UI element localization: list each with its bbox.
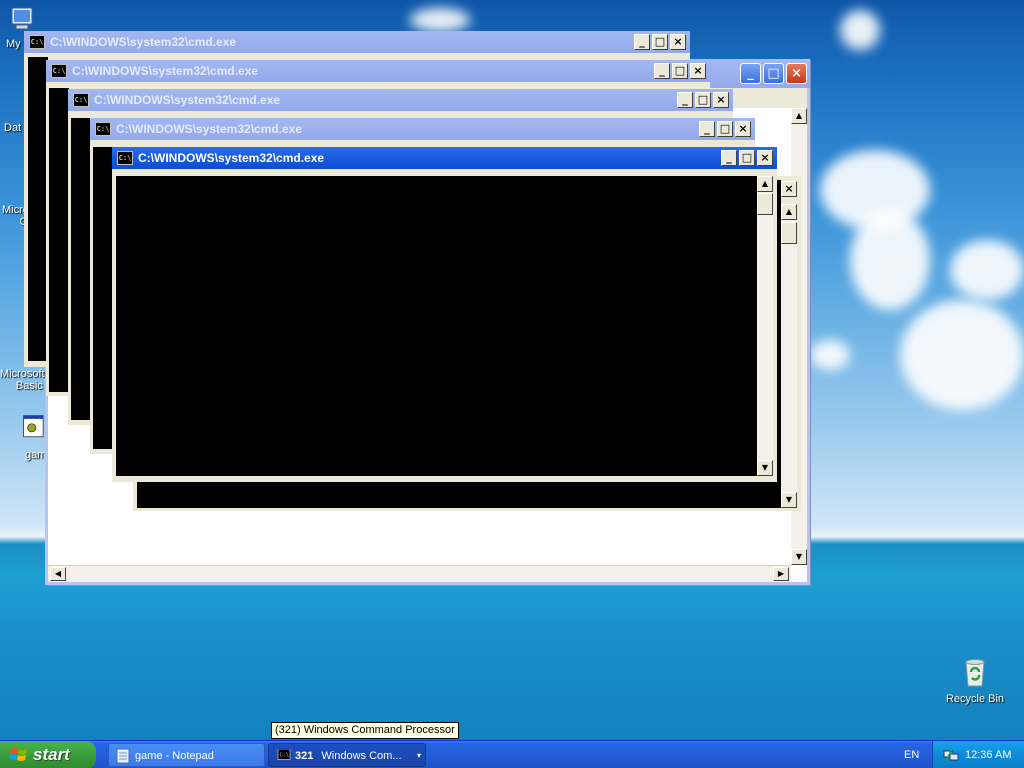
start-button[interactable]: start	[0, 741, 96, 768]
close-button[interactable]: ×	[735, 121, 751, 137]
taskbar-group-count: 321	[295, 750, 314, 762]
system-tray: 12:36 AM	[932, 741, 1024, 768]
taskbar-button-notepad[interactable]: game - Notepad	[108, 743, 265, 767]
minimize-button[interactable]: _	[699, 121, 715, 137]
scroll-up-button[interactable]: ▲	[781, 204, 797, 220]
maximize-button[interactable]: □	[717, 121, 733, 137]
cmd-console[interactable]	[28, 57, 48, 361]
windows-logo-icon	[10, 748, 27, 761]
recycle-bin-icon	[965, 659, 985, 687]
cmd-icon: C:\	[95, 122, 111, 136]
desktop-icon-label: My	[6, 38, 21, 50]
taskbar-button-cmd-group[interactable]: C:\ 321 Windows Com... ▾	[268, 743, 426, 767]
cmd-console[interactable]	[93, 147, 113, 449]
minimize-button[interactable]: _	[721, 150, 737, 166]
desktop-icon-label: gam	[25, 449, 47, 461]
cloud-decor	[810, 340, 850, 370]
cmd-titlebar[interactable]: C:\ C:\WINDOWS\system32\cmd.exe _ □ ×	[68, 89, 733, 111]
notepad-maximize-button[interactable]: □	[763, 63, 784, 84]
scroll-up-button[interactable]: ▲	[757, 176, 773, 192]
cmd-icon: C:\	[117, 151, 133, 165]
maximize-button[interactable]: □	[672, 63, 688, 79]
notepad-horizontal-scrollbar[interactable]: ◀ ▶	[48, 565, 791, 582]
cmd-vertical-scrollbar[interactable]: ▲ ▼	[781, 204, 797, 508]
cmd-icon: C:\	[29, 35, 45, 49]
cloud-decor	[840, 10, 880, 50]
close-button[interactable]: ×	[713, 92, 729, 108]
cmd-console[interactable]	[71, 118, 91, 420]
scroll-thumb[interactable]	[781, 222, 797, 244]
scroll-up-button[interactable]: ▲	[791, 108, 807, 124]
close-button[interactable]: ×	[757, 150, 773, 166]
close-button[interactable]: ×	[781, 181, 797, 197]
scroll-down-button[interactable]: ▼	[781, 492, 797, 508]
cmd-window-title: C:\WINDOWS\system32\cmd.exe	[50, 35, 237, 49]
desktop-icon-label: Dat	[4, 122, 22, 134]
desktop-icon-microsoft-basic[interactable]: Microsoft Basic	[0, 368, 45, 392]
cmd-icon: C:\	[277, 749, 291, 760]
start-label: start	[33, 745, 70, 764]
cloud-decor	[950, 240, 1024, 300]
notepad-close-button[interactable]: ×	[786, 63, 807, 84]
minimize-button[interactable]: _	[654, 63, 670, 79]
taskbar-button-label: game - Notepad	[135, 750, 214, 762]
maximize-button[interactable]: □	[695, 92, 711, 108]
scroll-down-button[interactable]: ▼	[791, 549, 807, 565]
desktop-icon-recycle-bin[interactable]: Recycle Bin	[944, 656, 1006, 705]
cmd-window-title: C:\WINDOWS\system32\cmd.exe	[72, 64, 259, 78]
desktop-icon-label: Microsoft	[0, 368, 45, 380]
cloud-decor	[410, 8, 470, 32]
cmd-titlebar[interactable]: C:\ C:\WINDOWS\system32\cmd.exe _ □ ×	[24, 31, 690, 53]
minimize-button[interactable]: _	[677, 92, 693, 108]
minimize-button[interactable]: _	[634, 34, 650, 50]
cmd-icon: C:\	[51, 64, 67, 78]
scroll-down-button[interactable]: ▼	[757, 460, 773, 476]
scroll-left-button[interactable]: ◀	[50, 567, 66, 581]
close-button[interactable]: ×	[670, 34, 686, 50]
cmd-titlebar[interactable]: C:\ C:\WINDOWS\system32\cmd.exe _ □ ×	[90, 118, 755, 140]
cmd-console[interactable]	[116, 176, 757, 476]
cmd-window-title: C:\WINDOWS\system32\cmd.exe	[94, 93, 281, 107]
language-indicator[interactable]: EN	[904, 741, 919, 768]
cmd-console[interactable]	[49, 88, 69, 392]
group-dropdown-arrow-icon: ▾	[416, 751, 421, 760]
notepad-icon	[116, 748, 130, 764]
taskbar: start game - Notepad C:\ 321 Windows Com…	[0, 740, 1024, 768]
cmd-window-title: C:\WINDOWS\system32\cmd.exe	[138, 151, 325, 165]
cmd-window-title: C:\WINDOWS\system32\cmd.exe	[116, 122, 303, 136]
scroll-right-button[interactable]: ▶	[773, 567, 789, 581]
desktop-icon-label: Recycle Bin	[945, 693, 1005, 705]
maximize-button[interactable]: □	[652, 34, 668, 50]
desktop-icon-label: Basic	[15, 380, 43, 392]
maximize-button[interactable]: □	[739, 150, 755, 166]
cloud-decor	[850, 210, 930, 310]
cmd-titlebar[interactable]: C:\ C:\WINDOWS\system32\cmd.exe _ □ ×	[46, 60, 710, 82]
taskbar-button-label: Windows Com...	[321, 750, 402, 762]
cloud-decor	[900, 300, 1024, 410]
network-icon[interactable]	[943, 747, 959, 763]
cmd-window-active[interactable]: C:\ C:\WINDOWS\system32\cmd.exe _ □ × ▲ …	[112, 147, 777, 482]
svg-text:C:\: C:\	[280, 753, 289, 759]
cmd-titlebar[interactable]: C:\ C:\WINDOWS\system32\cmd.exe _ □ ×	[112, 147, 777, 169]
notepad-minimize-button[interactable]: _	[740, 63, 761, 84]
clock[interactable]: 12:36 AM	[965, 741, 1011, 768]
cmd-icon: C:\	[73, 93, 89, 107]
cmd-vertical-scrollbar[interactable]: ▲ ▼	[757, 176, 773, 476]
taskbar-tooltip: (321) Windows Command Processor	[271, 722, 459, 739]
close-button[interactable]: ×	[690, 63, 706, 79]
desktop-icon-data[interactable]: Dat	[4, 122, 21, 134]
scroll-thumb[interactable]	[757, 193, 773, 215]
